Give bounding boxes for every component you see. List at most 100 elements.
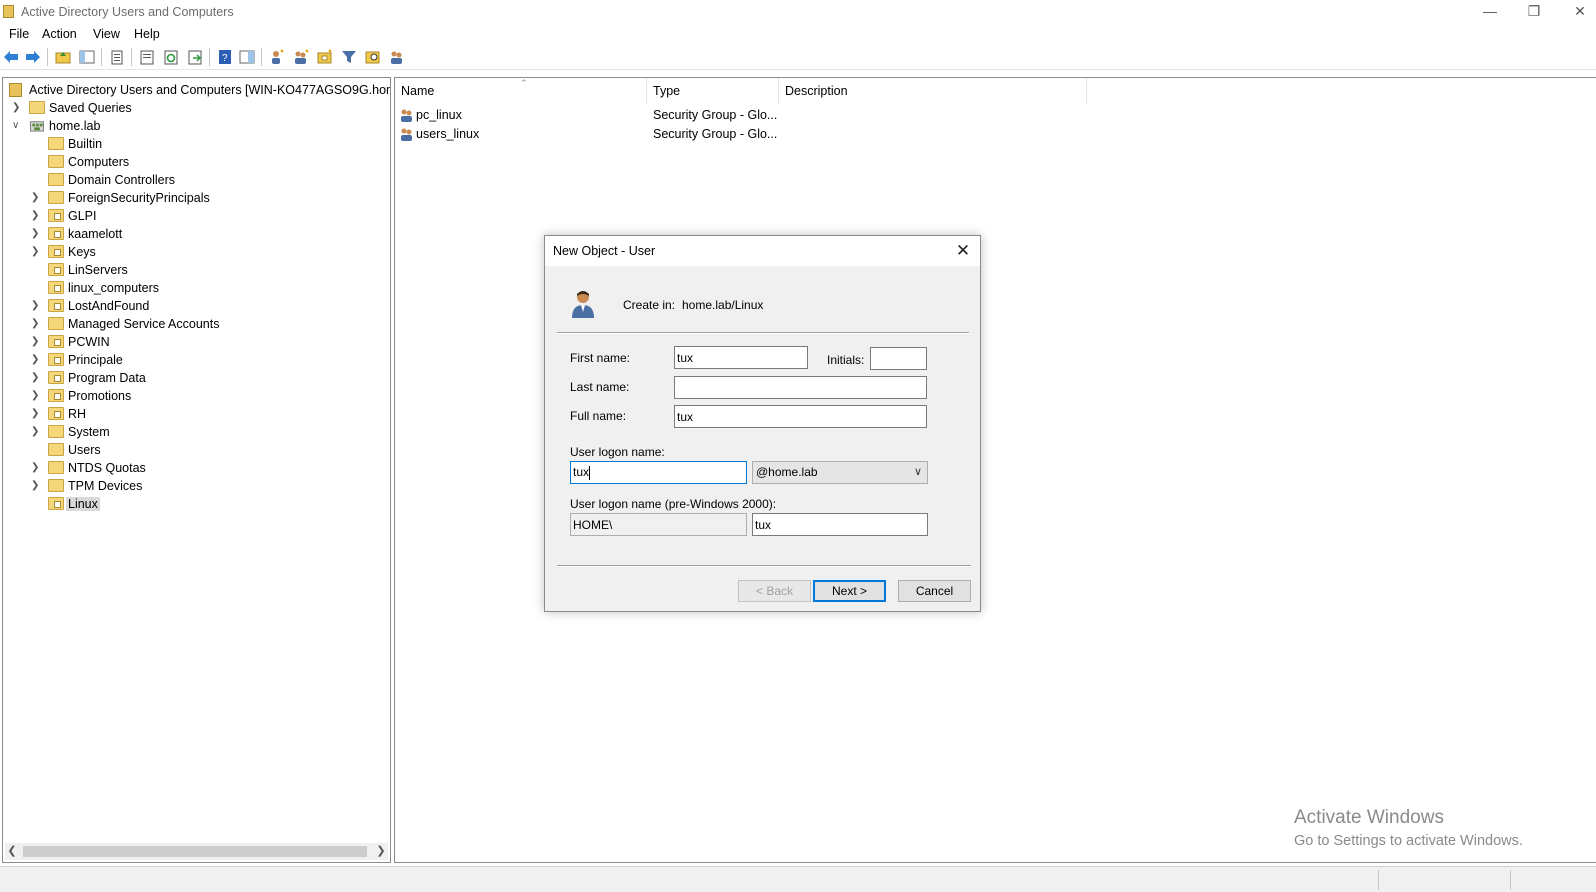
tree-item-computers[interactable]: Computers (7, 154, 387, 172)
chevron-right-icon[interactable]: ❯ (31, 461, 41, 475)
tree-item-linux[interactable]: Linux (7, 496, 387, 514)
column-header-description[interactable]: Description (779, 78, 1087, 104)
close-icon[interactable]: ✕ (1566, 2, 1594, 22)
cancel-button[interactable]: Cancel (898, 580, 971, 602)
chevron-right-icon[interactable]: ❯ (31, 371, 41, 385)
chevron-right-icon[interactable]: ❯ (31, 479, 41, 493)
scroll-right-icon[interactable]: ❯ (374, 843, 388, 860)
clipboard-icon[interactable] (109, 49, 125, 65)
new-group-icon[interactable] (293, 49, 309, 65)
menu-file[interactable]: File (9, 27, 29, 41)
chevron-right-icon[interactable]: ❯ (31, 425, 41, 439)
tree-root[interactable]: Active Directory Users and Computers [WI… (7, 82, 390, 100)
chevron-right-icon[interactable]: ❯ (31, 335, 41, 349)
chevron-right-icon[interactable]: ❯ (31, 389, 41, 403)
folder-icon (48, 191, 64, 204)
next-button[interactable]: Next > (813, 580, 886, 602)
tree-item-kaamelott[interactable]: ❯ kaamelott (7, 226, 387, 244)
scroll-thumb[interactable] (23, 846, 367, 857)
menu-view[interactable]: View (93, 27, 120, 41)
tree-item-saved-queries[interactable]: ❯ Saved Queries (7, 100, 387, 118)
create-in-value: home.lab/Linux (682, 298, 764, 312)
chevron-right-icon[interactable]: ❯ (31, 299, 41, 313)
show-hide-tree-icon[interactable] (79, 49, 95, 65)
tree-item-tpm-devices[interactable]: ❯ TPM Devices (7, 478, 387, 496)
dialog-title: New Object - User (553, 244, 656, 258)
tree-item-ntds-quotas[interactable]: ❯ NTDS Quotas (7, 460, 387, 478)
tree-item-domain[interactable]: ∨ home.lab (7, 118, 387, 136)
tree-item-rh[interactable]: ❯ RH (7, 406, 387, 424)
close-icon[interactable]: ✕ (952, 240, 974, 262)
chevron-right-icon[interactable]: ❯ (31, 245, 41, 259)
tree-item-pcwin[interactable]: ❯ PCWIN (7, 334, 387, 352)
logon-domain-dropdown[interactable]: @home.lab ∨ (752, 461, 928, 484)
list-item[interactable]: users_linux Security Group - Glo... (399, 126, 1099, 145)
tree-item-linux-computers[interactable]: linux_computers (7, 280, 387, 298)
full-name-field[interactable] (674, 405, 927, 428)
tree-item-label: RH (68, 407, 87, 421)
forward-arrow-icon[interactable] (25, 49, 41, 65)
chevron-right-icon[interactable]: ❯ (31, 227, 41, 241)
tree-item-managed-service-accounts[interactable]: ❯ Managed Service Accounts (7, 316, 387, 334)
tree-horizontal-scrollbar[interactable]: ❮ ❯ (5, 843, 388, 860)
tree-item-label: Managed Service Accounts (68, 317, 220, 331)
chevron-right-icon[interactable]: ❯ (12, 101, 22, 115)
menu-action[interactable]: Action (42, 27, 77, 41)
back-button[interactable]: < Back (738, 580, 811, 602)
column-header-type[interactable]: Type (647, 78, 779, 104)
chevron-right-icon[interactable]: ❯ (31, 407, 41, 421)
first-name-field[interactable] (674, 346, 808, 369)
folder-icon (29, 101, 45, 114)
watermark-title: Activate Windows (1294, 807, 1444, 828)
ou-folder-icon (48, 335, 64, 348)
restore-icon[interactable]: ❐ (1520, 2, 1548, 22)
chevron-down-icon[interactable]: ∨ (12, 119, 22, 133)
pre2000-name-field[interactable] (752, 513, 928, 536)
last-name-field[interactable] (674, 376, 927, 399)
chevron-right-icon[interactable]: ❯ (31, 209, 41, 223)
tree-item-linservers[interactable]: LinServers (7, 262, 387, 280)
tree-item-system[interactable]: ❯ System (7, 424, 387, 442)
up-folder-icon[interactable] (55, 49, 71, 65)
back-arrow-icon[interactable] (3, 49, 19, 65)
initials-field[interactable] (870, 347, 927, 370)
help-icon[interactable]: ? (217, 49, 233, 65)
chevron-right-icon[interactable]: ❯ (31, 317, 41, 331)
list-item[interactable]: pc_linux Security Group - Glo... (399, 107, 1099, 126)
filter-icon[interactable] (341, 49, 357, 65)
add-to-group-icon[interactable] (389, 49, 405, 65)
menu-help[interactable]: Help (134, 27, 160, 41)
tree-item-label: TPM Devices (68, 479, 143, 493)
logon-name-field[interactable]: tux (570, 461, 747, 484)
chevron-right-icon[interactable]: ❯ (31, 191, 41, 205)
tree-item-foreignsecurityprincipals[interactable]: ❯ ForeignSecurityPrincipals (7, 190, 387, 208)
ou-folder-icon (48, 353, 64, 366)
properties-icon[interactable] (139, 49, 155, 65)
minimize-icon[interactable]: — (1476, 2, 1504, 22)
ou-folder-icon (48, 371, 64, 384)
refresh-icon[interactable] (163, 49, 179, 65)
tree-item-lostandfound[interactable]: ❯ LostAndFound (7, 298, 387, 316)
new-ou-icon[interactable] (317, 49, 333, 65)
tree-item-keys[interactable]: ❯ Keys (7, 244, 387, 262)
action-pane-icon[interactable] (239, 49, 255, 65)
tree-item-users[interactable]: Users (7, 442, 387, 460)
chevron-right-icon[interactable]: ❯ (31, 353, 41, 367)
find-icon[interactable] (365, 49, 381, 65)
tree-item-builtin[interactable]: Builtin (7, 136, 387, 154)
domain-icon (30, 121, 44, 132)
tree-item-domain-controllers[interactable]: Domain Controllers (7, 172, 387, 190)
list-item-name: pc_linux (416, 108, 462, 122)
new-object-user-dialog: New Object - User ✕ Create in: home.lab/… (544, 235, 981, 612)
tree-item-glpi[interactable]: ❯ GLPI (7, 208, 387, 226)
tree-item-promotions[interactable]: ❯ Promotions (7, 388, 387, 406)
scroll-left-icon[interactable]: ❮ (5, 843, 19, 860)
column-header-name[interactable]: Name ⌃ (395, 78, 647, 104)
tree-item-principale[interactable]: ❯ Principale (7, 352, 387, 370)
tree-item-label: Program Data (68, 371, 146, 385)
security-group-icon (401, 128, 412, 141)
new-user-icon[interactable] (269, 49, 285, 65)
tree-item-label: Linux (66, 497, 100, 511)
export-list-icon[interactable] (187, 49, 203, 65)
tree-item-program-data[interactable]: ❯ Program Data (7, 370, 387, 388)
